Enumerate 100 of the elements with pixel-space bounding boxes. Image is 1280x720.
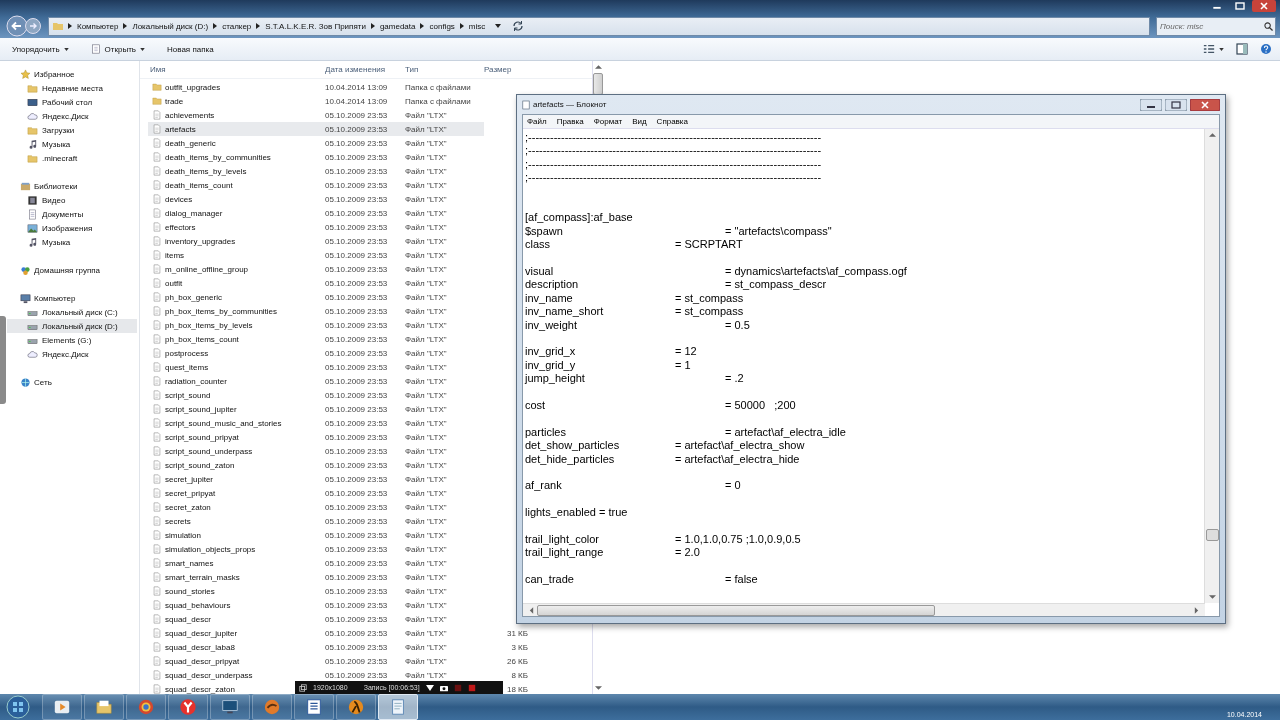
start-button[interactable] (6, 695, 30, 719)
file-row[interactable]: devices 05.10.2009 23:53 Файл "LTX" (148, 192, 484, 206)
file-row[interactable]: script_sound_pripyat 05.10.2009 23:53 Файл "LTX" (148, 430, 484, 444)
view-icon[interactable] (1203, 43, 1215, 55)
scroll-thumb[interactable] (1205, 529, 1219, 541)
nav-item[interactable]: Elements (G:) (7, 333, 137, 347)
back-forward-icon[interactable] (6, 15, 42, 37)
taskbar-button[interactable] (378, 694, 418, 720)
close-icon[interactable] (1190, 98, 1220, 111)
caret-icon[interactable] (495, 24, 502, 28)
nav-group-header[interactable]: Домашняя группа (7, 263, 137, 277)
nav-group-header[interactable]: Избранное (7, 67, 137, 81)
menu-item[interactable]: Файл (527, 117, 547, 126)
nav-group-header[interactable]: Библиотеки (7, 179, 137, 193)
scroll-thumb[interactable] (593, 73, 603, 95)
breadcrumb-item[interactable]: S.T.A.L.K.E.R. Зов Припяти (265, 21, 366, 31)
scroll-left-icon[interactable] (529, 606, 534, 614)
file-row[interactable]: dialog_manager 05.10.2009 23:53 Файл "LTX" (148, 206, 484, 220)
nav-item[interactable]: Видео (7, 193, 137, 207)
file-row[interactable]: squad_behaviours 05.10.2009 23:53 Файл "LTX" (148, 598, 484, 612)
file-row[interactable]: sound_stories 05.10.2009 23:53 Файл "LTX" (148, 584, 484, 598)
search-field[interactable]: Поиск: misc (1156, 16, 1276, 36)
minimize-icon[interactable] (1140, 98, 1162, 111)
file-row[interactable]: ph_box_items_by_levels 05.10.2009 23:53 Файл "LTX" (148, 318, 484, 332)
column-header[interactable]: Имя (140, 65, 325, 74)
nav-group-header[interactable]: Компьютер (7, 291, 137, 305)
nav-item[interactable]: Яндекс.Диск (7, 109, 137, 123)
file-row[interactable]: artefacts 05.10.2009 23:53 Файл "LTX" (148, 122, 484, 136)
menu-item[interactable]: Правка (556, 117, 584, 126)
menu-item[interactable]: Формат (593, 117, 623, 126)
nav-item[interactable]: Музыка (7, 235, 137, 249)
file-row[interactable]: simulation 05.10.2009 23:53 Файл "LTX" (148, 528, 484, 542)
file-row[interactable]: squad_descr_jupiter 05.10.2009 23:53 Файл "LTX" 31 КБ (148, 626, 528, 640)
nav-item[interactable]: Недавние места (7, 81, 137, 95)
file-row[interactable]: trade 10.04.2014 13:09 Папка с файлами (148, 94, 484, 108)
file-row[interactable]: outfit 05.10.2009 23:53 Файл "LTX" (148, 276, 484, 290)
file-row[interactable]: script_sound_zaton 05.10.2009 23:53 Файл "LTX" (148, 458, 484, 472)
file-row[interactable]: ph_box_items_by_communities 05.10.2009 23:53 Файл "LTX" (148, 304, 484, 318)
breadcrumb-item[interactable]: Компьютер (77, 21, 119, 31)
file-row[interactable]: postprocess 05.10.2009 23:53 Файл "LTX" (148, 346, 484, 360)
scroll-up-icon[interactable] (1208, 132, 1216, 138)
breadcrumb-item[interactable]: configs (429, 21, 455, 31)
help-icon[interactable] (1260, 43, 1272, 55)
file-row[interactable]: script_sound_underpass 05.10.2009 23:53 Файл "LTX" (148, 444, 484, 458)
file-row[interactable]: secret_pripyat 05.10.2009 23:53 Файл "LTX" (148, 486, 484, 500)
nav-item[interactable]: Музыка (7, 137, 137, 151)
file-row[interactable]: death_generic 05.10.2009 23:53 Файл "LTX" (148, 136, 484, 150)
breadcrumb-item[interactable]: Локальный диск (D:) (132, 21, 209, 31)
file-row[interactable]: items 05.10.2009 23:53 Файл "LTX" (148, 248, 484, 262)
file-row[interactable]: script_sound_music_and_stories 05.10.2009 23:53 Файл "LTX" (148, 416, 484, 430)
scroll-right-icon[interactable] (1194, 606, 1199, 614)
maximize-icon[interactable] (1165, 98, 1187, 111)
nav-item[interactable]: Документы (7, 207, 137, 221)
column-header[interactable]: Дата изменения (325, 65, 405, 74)
nav-item[interactable]: Локальный диск (D:) (7, 319, 137, 333)
file-row[interactable]: script_sound 05.10.2009 23:53 Файл "LTX" (148, 388, 484, 402)
file-row[interactable]: death_items_by_levels 05.10.2009 23:53 Файл "LTX" (148, 164, 484, 178)
breadcrumb-item[interactable]: gamedata (379, 21, 416, 31)
close-icon[interactable] (1252, 0, 1276, 12)
file-row[interactable]: m_online_offline_group 05.10.2009 23:53 Файл "LTX" (148, 262, 484, 276)
file-row[interactable]: simulation_objects_props 05.10.2009 23:53 Файл "LTX" (148, 542, 484, 556)
file-row[interactable]: inventory_upgrades 05.10.2009 23:53 Файл "LTX" (148, 234, 484, 248)
nav-group-header[interactable]: Сеть (7, 375, 137, 389)
address-bar[interactable]: Компьютер Локальный диск (D:) сталкер S.T.A.L.K.E.R. Зов Припяти gamedata configs misc (48, 16, 1150, 36)
file-row[interactable]: script_sound_jupiter 05.10.2009 23:53 Файл "LTX" (148, 402, 484, 416)
horizontal-scrollbar[interactable] (523, 603, 1205, 616)
file-row[interactable]: ph_box_items_count 05.10.2009 23:53 Файл "LTX" (148, 332, 484, 346)
file-row[interactable]: radiation_counter 05.10.2009 23:53 Файл "LTX" (148, 374, 484, 388)
stop-icon[interactable] (467, 683, 476, 692)
file-row[interactable]: death_items_count 05.10.2009 23:53 Файл "LTX" (148, 178, 484, 192)
file-row[interactable]: achievements 05.10.2009 23:53 Файл "LTX" (148, 108, 484, 122)
preview-pane-icon[interactable] (1236, 43, 1248, 55)
file-row[interactable]: secrets 05.10.2009 23:53 Файл "LTX" (148, 514, 484, 528)
open-button[interactable]: Открыть (84, 42, 152, 56)
file-row[interactable]: smart_terrain_masks 05.10.2009 23:53 Файл "LTX" (148, 570, 484, 584)
nav-item[interactable]: .minecraft (7, 151, 137, 165)
window-icon[interactable] (299, 683, 307, 692)
column-header[interactable]: Тип (405, 65, 484, 74)
menu-item[interactable]: Справка (656, 117, 688, 126)
refresh-icon[interactable] (512, 20, 525, 32)
file-row[interactable]: ph_box_generic 05.10.2009 23:53 Файл "LTX" (148, 290, 484, 304)
column-header[interactable]: Размер (484, 65, 544, 74)
file-row[interactable]: outfit_upgrades 10.04.2014 13:09 Папка с файлами (148, 80, 484, 94)
file-row[interactable]: secret_zaton 05.10.2009 23:53 Файл "LTX" (148, 500, 484, 514)
scroll-down-icon[interactable] (1208, 594, 1216, 600)
file-row[interactable]: smart_names 05.10.2009 23:53 Файл "LTX" (148, 556, 484, 570)
file-row[interactable]: squad_descr_laba8 05.10.2009 23:53 Файл "LTX" 3 КБ (148, 640, 528, 654)
scrollbar[interactable] (1204, 129, 1219, 603)
breadcrumb-item[interactable]: сталкер (222, 21, 252, 31)
file-row[interactable]: squad_descr 05.10.2009 23:53 Файл "LTX" (148, 612, 484, 626)
caret-icon[interactable] (425, 683, 434, 692)
menu-item[interactable]: Вид (632, 117, 647, 126)
nav-item[interactable]: Изображения (7, 221, 137, 235)
scroll-up-icon[interactable] (594, 64, 602, 70)
file-row[interactable]: quest_items 05.10.2009 23:53 Файл "LTX" (148, 360, 484, 374)
file-row[interactable]: squad_descr_pripyat 05.10.2009 23:53 Файл "LTX" 26 КБ (148, 654, 528, 668)
file-row[interactable]: death_items_by_communities 05.10.2009 23:53 Файл "LTX" (148, 150, 484, 164)
breadcrumb-item[interactable]: misc (468, 21, 486, 31)
organize-button[interactable]: Упорядочить (6, 42, 75, 56)
scroll-down-icon[interactable] (594, 685, 602, 691)
